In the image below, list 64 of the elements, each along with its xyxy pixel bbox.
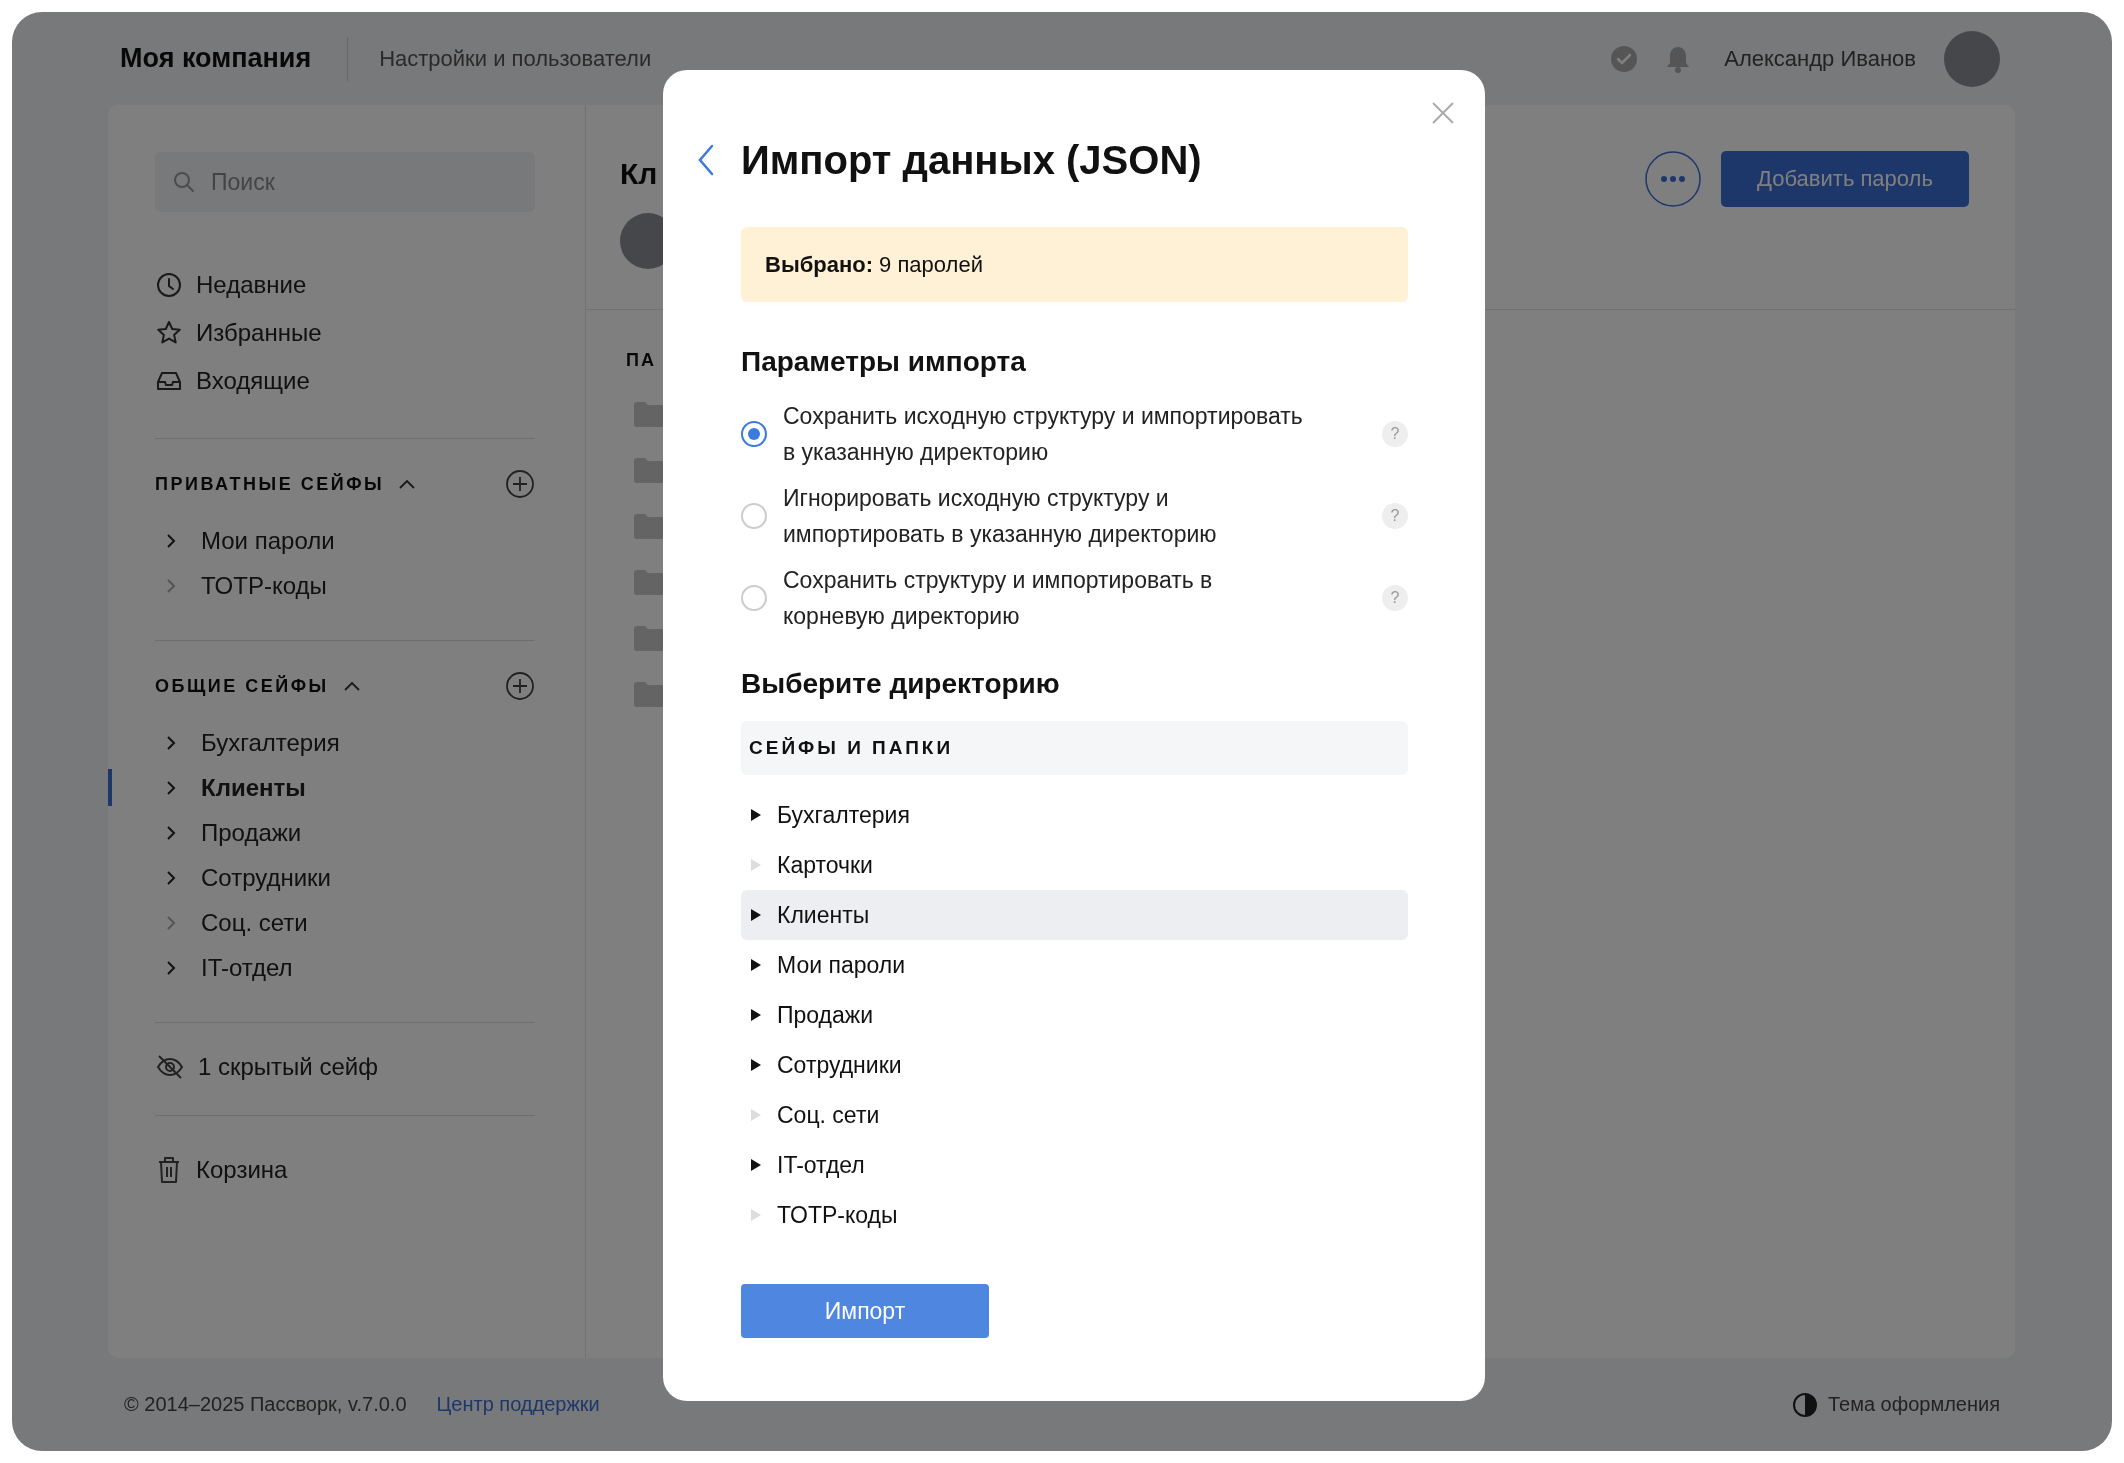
copyright-text: © 2014–2025 Пассворк, v.7.0.0 [124, 1393, 407, 1416]
nav-item[interactable]: Входящие [155, 357, 535, 405]
tree-item[interactable]: IT-отдел [741, 1140, 1408, 1190]
column-header: ПА [626, 350, 656, 370]
option-label[interactable]: Сохранить структуру и импортировать в корневую директорию [783, 562, 1313, 634]
radio-button[interactable] [741, 421, 767, 447]
section-heading: Выберите директорию [741, 667, 1061, 701]
vault-item[interactable]: Продажи [155, 810, 535, 855]
help-badge[interactable]: ? [1382, 421, 1408, 447]
vault-item[interactable]: Сотрудники [155, 855, 535, 900]
nav-item[interactable]: Избранные [155, 309, 535, 357]
tree-item[interactable]: Клиенты [741, 890, 1408, 940]
help-badge[interactable]: ? [1382, 503, 1408, 529]
radio-button[interactable] [741, 585, 767, 611]
tree-header: СЕЙФЫ И ПАПКИ [741, 721, 1408, 775]
import-button[interactable]: Импорт [741, 1284, 989, 1338]
folder-icon [634, 569, 664, 595]
add-circle-icon[interactable] [505, 671, 535, 701]
contrast-icon [1791, 1391, 1818, 1418]
company-name: Моя компания [120, 43, 312, 74]
tree-item[interactable]: Мои пароли [741, 940, 1408, 990]
section-title: ОБЩИЕ СЕЙФЫ [155, 675, 329, 697]
tree-item[interactable]: Сотрудники [741, 1040, 1408, 1090]
caret-icon[interactable] [398, 478, 417, 490]
folder-icon [634, 681, 664, 707]
clock-icon [155, 271, 183, 299]
check-circle-icon[interactable] [1610, 44, 1639, 73]
settings-link[interactable]: Настройки и пользователи [379, 45, 652, 72]
nav-item[interactable]: Недавние [155, 261, 535, 309]
caret-icon[interactable] [342, 680, 361, 692]
tree-item[interactable]: ТОТР-коды [741, 1190, 1408, 1240]
back-icon[interactable] [697, 144, 715, 176]
user-name[interactable]: Александр Иванов [1724, 45, 1916, 72]
tree-item[interactable]: Карточки [741, 840, 1408, 890]
vault-item[interactable]: IT-отдел [155, 945, 535, 990]
folder-icon [634, 401, 664, 427]
support-link[interactable]: Центр поддержки [436, 1393, 600, 1416]
vault-item[interactable]: ТОТР-коды [155, 563, 535, 608]
close-icon[interactable] [1431, 101, 1455, 125]
add-password-button[interactable]: Добавить пароль [1721, 151, 1969, 207]
section-heading: Параметры импорта [741, 345, 1027, 379]
tree-item[interactable]: Продажи [741, 990, 1408, 1040]
hidden-vaults-item[interactable]: 1 скрытый сейф [155, 1043, 535, 1091]
trash-item[interactable]: Корзина [155, 1146, 535, 1194]
vault-item[interactable]: Мои пароли [155, 518, 535, 563]
folder-icon [634, 513, 664, 539]
more-icon[interactable] [1645, 151, 1701, 207]
add-circle-icon[interactable] [505, 469, 535, 499]
section-title: ПРИВАТНЫЕ СЕЙФЫ [155, 473, 385, 495]
vault-item[interactable]: Бухгалтерия [155, 720, 535, 765]
help-badge[interactable]: ? [1382, 585, 1408, 611]
theme-toggle[interactable]: Тема оформления [1791, 1391, 2000, 1418]
option-label[interactable]: Сохранить исходную структуру и импортировать в указанную директорию [783, 398, 1313, 470]
folder-icon [634, 457, 664, 483]
page-title: Кл [620, 157, 658, 191]
eye-off-icon [155, 1053, 185, 1081]
dialog-title: Импорт данных (JSON) [741, 137, 1202, 183]
radio-button[interactable] [741, 503, 767, 529]
vault-item[interactable]: Соц. сети [155, 900, 535, 945]
option-label[interactable]: Игнорировать исходную структуру и импортировать в указанную директорию [783, 480, 1313, 552]
folder-icon [634, 625, 664, 651]
tree-item[interactable]: Бухгалтерия [741, 790, 1408, 840]
selection-notice: Выбрано: 9 паролей [741, 227, 1408, 302]
tree-item[interactable]: Соц. сети [741, 1090, 1408, 1140]
